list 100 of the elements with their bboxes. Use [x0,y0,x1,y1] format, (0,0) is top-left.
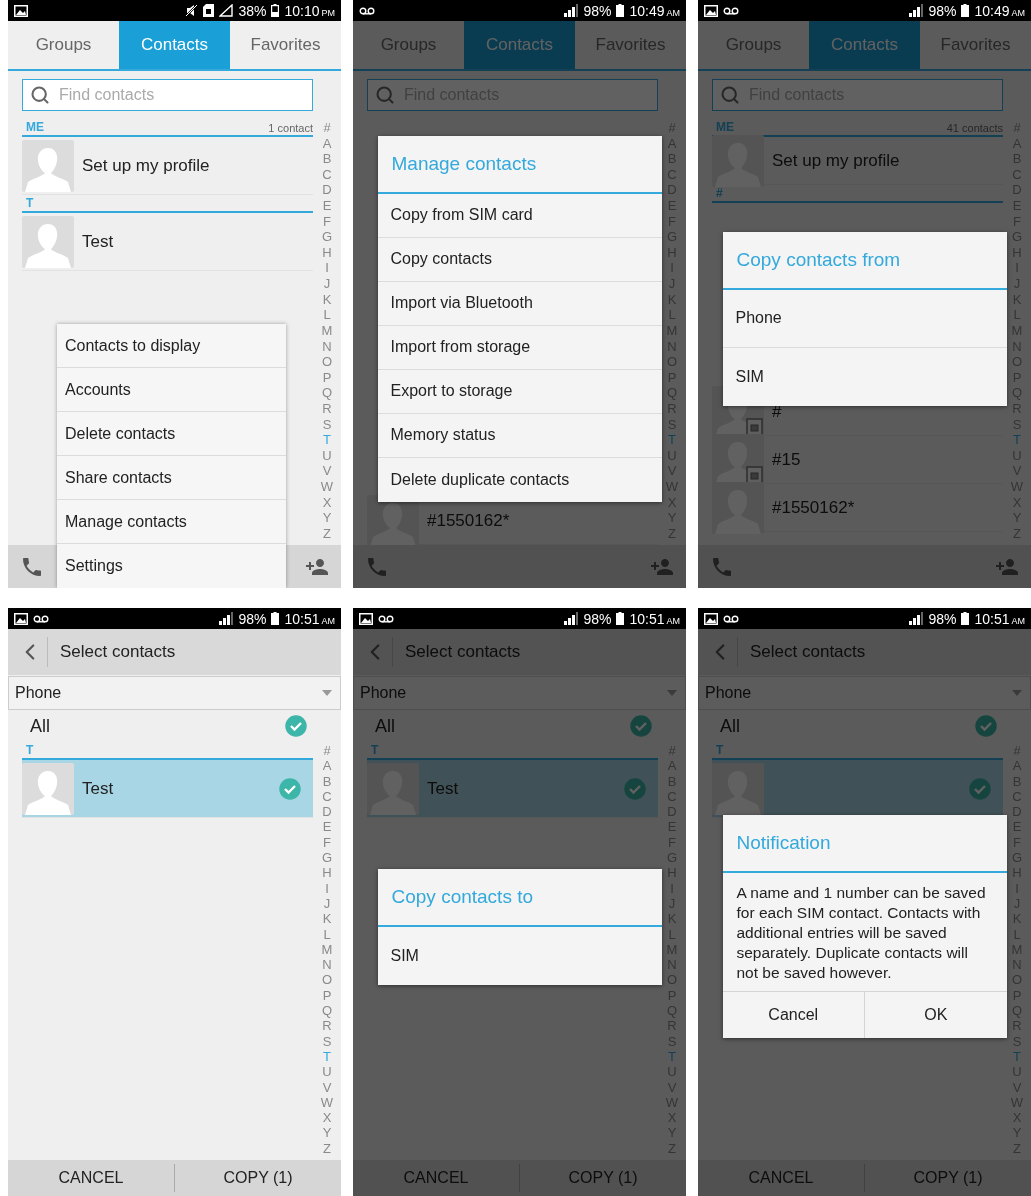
index-letter[interactable]: N [322,339,332,354]
index-letter[interactable]: O [321,973,333,988]
select-all-row[interactable]: All [353,710,686,742]
index-letter[interactable]: X [322,1111,332,1126]
footer-button[interactable]: COPY (1) [519,1164,686,1192]
contact-row[interactable]: Set up my profile [712,137,1003,185]
contact-row[interactable]: Test [22,213,313,271]
index-letter[interactable]: # [668,744,676,758]
index-letter[interactable]: T [1013,1049,1021,1064]
index-letter[interactable]: # [668,121,676,135]
contact-row[interactable]: #1550162* [712,484,1003,532]
dialog-option[interactable]: SIM [377,926,662,985]
index-letter[interactable]: L [323,308,331,323]
index-letter[interactable]: G [321,851,333,866]
contact-row[interactable]: Test [22,760,313,818]
contact-row[interactable]: Test [367,760,658,818]
index-letter[interactable]: F [323,835,331,850]
footer-button[interactable]: CANCEL [8,1164,174,1192]
index-letter[interactable]: B [322,152,332,167]
footer-button[interactable]: COPY (1) [864,1164,1031,1192]
source-dropdown[interactable]: Phone [8,676,341,710]
footer-button[interactable]: CANCEL [698,1164,864,1192]
index-letter[interactable]: F [323,214,331,229]
dialog-button[interactable]: OK [864,992,1007,1038]
tab[interactable]: Contacts [809,21,920,69]
index-letter[interactable]: # [1013,121,1021,135]
dialog-option[interactable]: Export to storage [377,369,662,414]
index-letter[interactable]: A [322,759,332,774]
index-letter[interactable]: Z [323,1141,331,1156]
index-letter[interactable]: K [322,292,332,307]
index-letter[interactable]: T [323,1049,331,1064]
index-letter[interactable]: Y [322,511,332,526]
tab[interactable]: Contacts [464,21,575,69]
dialog-option[interactable]: Phone [722,289,1007,348]
index-letter[interactable]: W [320,480,334,494]
index-letter[interactable]: H [322,866,332,881]
index-letter[interactable]: V [322,1080,332,1095]
menu-item[interactable]: Manage contacts [57,500,286,544]
dialog-option[interactable]: Import via Bluetooth [377,281,662,326]
footer-button[interactable]: COPY (1) [174,1164,341,1192]
index-letter[interactable]: T [668,433,676,448]
index-letter[interactable]: D [322,805,332,820]
index-letter[interactable]: A [322,136,332,151]
index-letter[interactable]: J [323,277,331,292]
index-letter[interactable]: E [322,820,332,835]
index-letter[interactable]: M [321,942,333,957]
index-letter[interactable]: L [323,927,331,942]
tab[interactable]: Contacts [119,21,230,69]
menu-item[interactable]: Accounts [57,368,286,412]
dialog-option[interactable]: Copy contacts [377,237,662,282]
index-letter[interactable]: R [322,401,332,416]
index-letter[interactable]: J [323,896,331,911]
index-letter[interactable]: P [322,370,332,385]
index-letter[interactable]: T [323,433,331,448]
index-letter[interactable]: U [322,1065,332,1080]
source-dropdown[interactable]: Phone [698,676,1031,710]
contact-row[interactable]: #15 [712,436,1003,484]
select-all-row[interactable]: All [698,710,1031,742]
index-letter[interactable]: I [325,261,329,276]
dialog-button[interactable]: Cancel [722,992,864,1038]
index-letter[interactable]: N [322,958,332,973]
index-letter[interactable]: D [322,183,332,198]
tab[interactable]: Groups [8,21,119,69]
index-letter[interactable]: # [323,744,331,758]
index-letter[interactable]: I [325,881,329,896]
search-field[interactable]: Find contacts [22,79,313,111]
index-letter[interactable]: B [322,774,332,789]
menu-item[interactable]: Delete contacts [57,412,286,456]
index-letter[interactable]: G [321,230,333,245]
index-letter[interactable]: S [322,1034,332,1049]
source-dropdown[interactable]: Phone [353,676,686,710]
menu-item[interactable]: Share contacts [57,456,286,500]
footer-button[interactable]: CANCEL [353,1164,519,1192]
index-letter[interactable]: # [1013,744,1021,758]
index-letter[interactable]: Z [323,526,331,541]
index-letter[interactable]: H [322,245,332,260]
tab[interactable]: Favorites [230,21,341,69]
menu-item[interactable]: Contacts to display [57,324,286,368]
contact-row[interactable] [712,760,1003,818]
index-letter[interactable]: C [322,167,332,182]
index-letter[interactable]: Q [321,1004,333,1019]
index-letter[interactable]: Y [322,1126,332,1141]
index-letter[interactable]: E [322,199,332,214]
select-all-row[interactable]: All [8,710,341,742]
index-letter[interactable]: O [321,355,333,370]
index-letter[interactable]: # [323,121,331,135]
index-letter[interactable]: V [322,464,332,479]
index-letter[interactable]: Q [321,386,333,401]
index-letter[interactable]: K [322,912,332,927]
index-letter[interactable]: T [668,1049,676,1064]
index-letter[interactable]: W [320,1095,334,1110]
index-letter[interactable]: T [1013,433,1021,448]
index-letter[interactable]: C [322,789,332,804]
index-letter[interactable]: U [322,448,332,463]
index-letter[interactable]: X [322,495,332,510]
index-letter[interactable]: P [322,988,332,1003]
contact-row[interactable]: Set up my profile [22,137,313,195]
dialog-option[interactable]: Copy from SIM card [377,193,662,238]
index-letter[interactable]: R [322,1019,332,1034]
dialog-option[interactable]: Import from storage [377,325,662,370]
